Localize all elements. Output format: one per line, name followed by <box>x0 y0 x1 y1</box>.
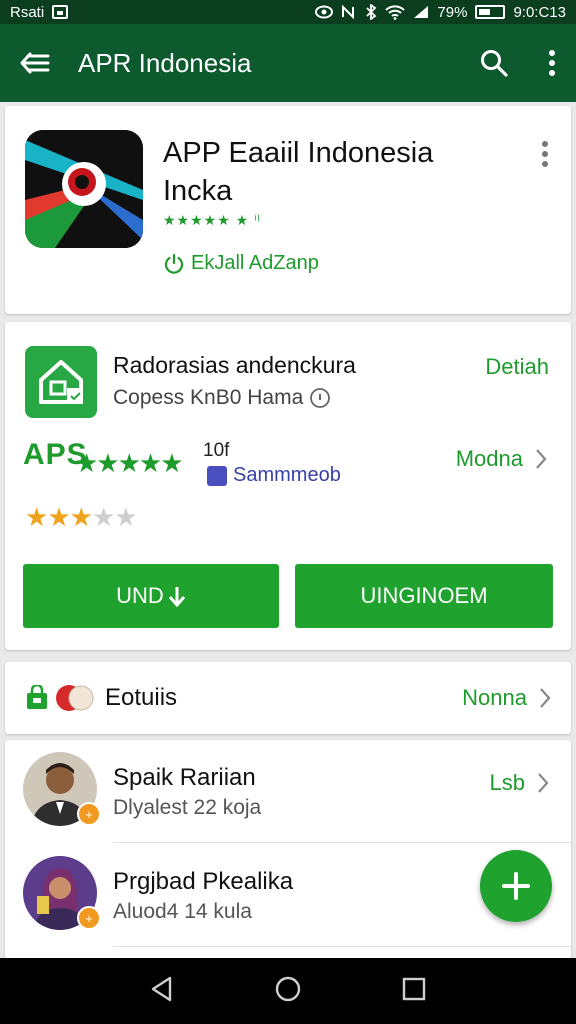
person-sub: Aluod4 14 kula <box>113 900 252 923</box>
nfc-icon <box>342 5 355 19</box>
nav-recents-button[interactable] <box>402 977 426 1006</box>
nav-home-icon <box>275 976 301 1001</box>
person-right-label: Lsb <box>489 770 525 795</box>
section-row-card[interactable]: Eotuiis Nonna <box>5 662 571 734</box>
home-logo-icon <box>25 346 97 418</box>
page-title: APR Indonesia <box>78 47 252 78</box>
calendar-icon <box>207 465 227 486</box>
badge-circle-icon <box>56 685 94 711</box>
chevron-right-icon <box>540 688 551 708</box>
open-button[interactable]: UINGINOEM <box>295 564 553 628</box>
sam-link[interactable]: Sammmeob <box>207 464 341 487</box>
app-rating-stars: ★★★★★ ★ ⁱˡ <box>163 212 261 228</box>
chevron-right-icon <box>538 773 549 793</box>
star-empty-icon: ★ <box>114 502 137 532</box>
shopping-bag-icon <box>27 685 47 709</box>
system-nav-bar <box>0 958 576 1024</box>
uninstall-button-label: UND <box>116 583 164 608</box>
signal-icon <box>414 6 429 18</box>
arrow-back-icon <box>20 52 50 74</box>
add-fab-button[interactable] <box>480 850 552 922</box>
detail-subtitle: Copess KnB0 Hama <box>113 386 304 409</box>
back-button[interactable] <box>20 51 50 75</box>
status-left-label: Rsati <box>10 3 45 21</box>
app-header-card: APP Eaaiil Indonesia Incka ★★★★★ ★ ⁱˡ Ek… <box>5 106 571 314</box>
section-label: Eotuiis <box>105 684 178 711</box>
sam-label: Sammmeob <box>233 464 341 486</box>
detail-card: Radorasias andenckura Copess KnB0 Hama D… <box>5 322 571 650</box>
people-list-card: + Spaik Rariian Dlyalest 22 koja Lsb + P… <box>5 740 571 980</box>
list-divider <box>113 842 571 843</box>
wifi-icon <box>385 5 406 20</box>
person-name: Spaik Rariian <box>113 764 256 791</box>
list-item[interactable]: + Spaik Rariian Dlyalest 22 koja Lsb <box>5 740 571 840</box>
gallery-notification-icon <box>52 5 69 19</box>
review-count: 10f <box>203 440 230 461</box>
status-time: 9:0:C13 <box>513 3 566 21</box>
section-right-link[interactable]: Nonna <box>462 685 551 711</box>
chevron-right-icon <box>536 449 547 469</box>
battery-percent: 79% <box>437 3 468 21</box>
nav-recents-icon <box>402 977 425 1000</box>
app-logo-icon[interactable] <box>25 130 143 248</box>
star-filled-icon: ★ <box>69 502 93 532</box>
search-icon <box>481 50 508 77</box>
badge-icon: + <box>77 906 101 930</box>
star-filled-icon: ★ <box>47 502 70 532</box>
overflow-menu-button[interactable] <box>548 49 556 77</box>
section-icons <box>25 682 95 714</box>
nav-back-icon <box>152 976 172 1001</box>
developer-link[interactable]: EkJall AdZanp <box>163 252 319 275</box>
detail-subtitle-row: Copess KnB0 Hama <box>113 386 331 410</box>
list-divider <box>113 946 571 947</box>
star-empty-icon: ★ <box>91 502 115 532</box>
more-vert-icon <box>542 141 548 167</box>
badge-icon: + <box>77 802 101 826</box>
app-bar: APR Indonesia <box>0 24 576 102</box>
app-name: APP Eaaiil Indonesia Incka <box>163 137 434 207</box>
more-vert-icon <box>549 50 555 76</box>
aps-stars: ★★★★★ <box>75 448 184 478</box>
download-arrow-icon <box>168 587 185 607</box>
detail-title: Radorasias andenckura <box>113 352 356 378</box>
nav-home-button[interactable] <box>275 976 301 1007</box>
plus-icon <box>502 872 530 900</box>
eye-icon <box>315 5 334 19</box>
detail-link[interactable]: Detiah <box>485 354 549 380</box>
battery-icon <box>475 5 506 19</box>
modna-link[interactable]: Modna <box>456 446 547 472</box>
uninstall-button[interactable]: UND <box>23 564 279 628</box>
modna-label: Modna <box>455 446 523 471</box>
power-icon <box>164 253 184 274</box>
card-menu-button[interactable] <box>541 140 549 173</box>
search-button[interactable] <box>480 49 508 77</box>
person-name: Prgjbad Pkealika <box>113 868 294 895</box>
bluetooth-icon <box>366 4 377 20</box>
developer-link-label: EkJall AdZanp <box>191 252 319 274</box>
person-right-link[interactable]: Lsb <box>490 770 549 796</box>
star-rating: ★★★★★ <box>25 502 138 533</box>
nav-back-button[interactable] <box>150 976 174 1007</box>
person-sub: Dlyalest 22 koja <box>113 796 262 819</box>
info-circle-icon <box>310 388 331 408</box>
section-right-label: Nonna <box>462 685 527 710</box>
status-bar: Rsati 79% 9:0:C13 <box>0 0 576 24</box>
star-filled-icon: ★ <box>25 502 48 532</box>
